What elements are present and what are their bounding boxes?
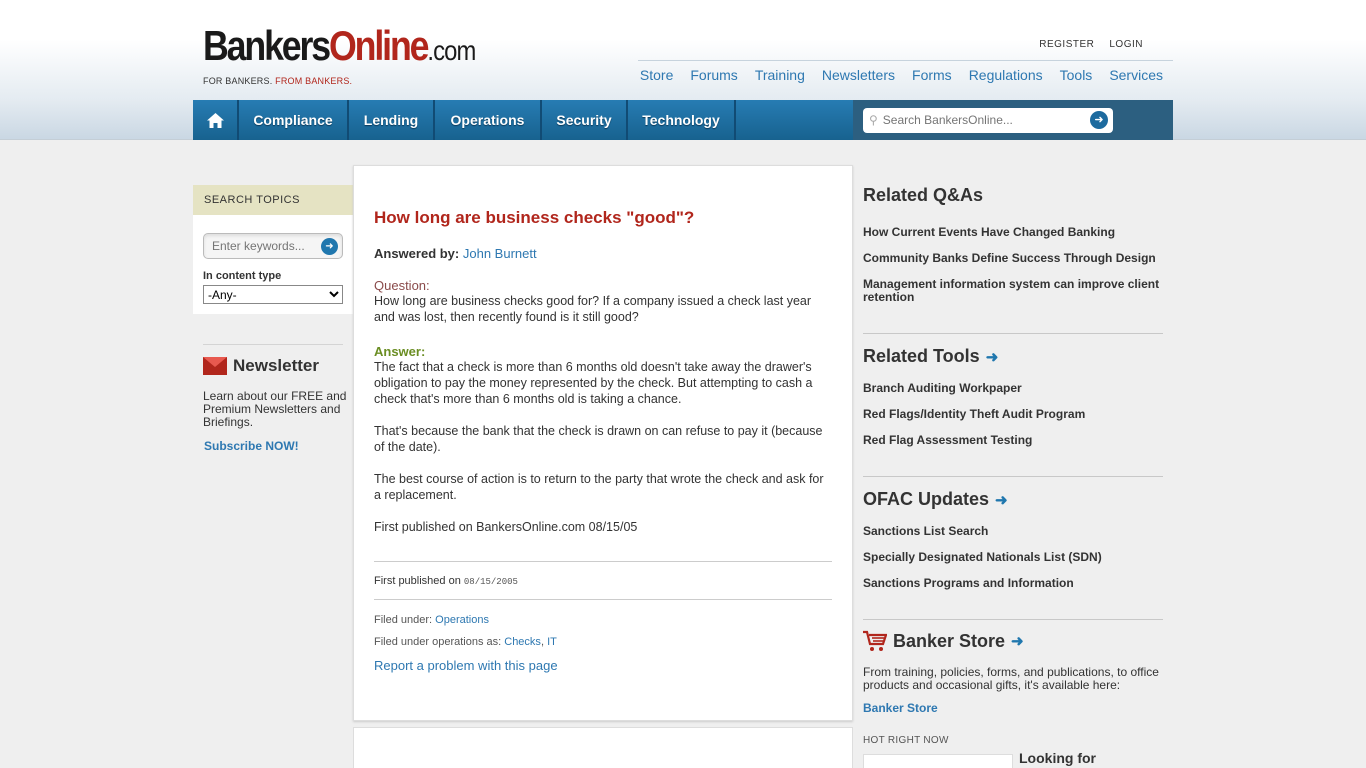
shopping-cart-icon <box>863 630 887 651</box>
nav-home[interactable] <box>193 100 239 140</box>
related-qa-item[interactable]: Community Banks Define Success Through D… <box>863 252 1163 265</box>
nav-technology[interactable]: Technology <box>628 100 736 140</box>
newsletter-panel: Newsletter Learn about our FREE and Prem… <box>203 356 353 453</box>
ofac-item[interactable]: Sanctions Programs and Information <box>863 577 1163 590</box>
site-search-submit-icon[interactable]: ➜ <box>1090 110 1108 129</box>
related-tool-item[interactable]: Red Flags/Identity Theft Audit Program <box>863 408 1163 421</box>
filed-under: Filed under: Operations <box>374 614 489 626</box>
publish-date: First published on 08/15/2005 <box>374 575 518 587</box>
util-nav-forms[interactable]: Forms <box>912 67 952 83</box>
account-links: REGISTER LOGIN <box>1039 39 1143 50</box>
newsletter-title: Newsletter <box>233 356 319 375</box>
util-nav-training[interactable]: Training <box>755 67 805 83</box>
keywords-box: ➜ <box>203 233 343 259</box>
filed-under-operations: Filed under operations as: Checks, IT <box>374 636 557 648</box>
hot-item-title: Looking for <box>1019 750 1096 766</box>
divider <box>203 344 343 345</box>
question-text: How long are business checks good for? I… <box>374 294 812 324</box>
search-topics-panel: SEARCH TOPICS ➜ In content type -Any- <box>193 185 353 314</box>
answered-by: Answered by: John Burnett <box>374 246 537 261</box>
util-nav-store[interactable]: Store <box>640 67 673 83</box>
content-type-select[interactable]: -Any- <box>203 285 343 304</box>
util-nav-forums[interactable]: Forums <box>690 67 737 83</box>
related-tools: Related Tools ➜ Branch Auditing Workpaper… <box>863 334 1163 477</box>
filed-operations-link[interactable]: Operations <box>435 614 489 626</box>
home-icon <box>206 112 224 128</box>
envelope-icon <box>203 357 227 375</box>
logo-wordmark: BankersOnline.com <box>203 22 476 69</box>
content-type-label: In content type <box>203 270 282 282</box>
site-search-input[interactable] <box>882 113 1073 127</box>
answer-paragraph: First published on BankersOnline.com 08/… <box>374 520 638 534</box>
search-topics-heading: SEARCH TOPICS <box>193 185 353 215</box>
related-qas: Related Q&As How Current Events Have Cha… <box>863 185 1163 334</box>
hot-item[interactable]: Looking for <box>863 750 1163 768</box>
arrow-right-icon: ➜ <box>1011 633 1024 650</box>
ofac-item[interactable]: Specially Designated Nationals List (SDN… <box>863 551 1163 564</box>
next-content-panel <box>353 727 853 768</box>
nav-spacer <box>736 100 853 140</box>
divider <box>374 561 832 562</box>
divider <box>374 599 832 600</box>
site-logo[interactable]: BankersOnline.com FOR BANKERS. FROM BANK… <box>203 22 476 87</box>
store-header[interactable]: Banker Store ➜ <box>863 630 1163 652</box>
keywords-input[interactable] <box>212 239 317 253</box>
report-problem-link[interactable]: Report a problem with this page <box>374 658 832 673</box>
search-icon: ⚲ <box>869 113 878 127</box>
nav-security[interactable]: Security <box>542 100 628 140</box>
nav-search-area: ⚲ ➜ <box>853 100 1173 140</box>
related-qa-item[interactable]: Management information system can improv… <box>863 278 1163 304</box>
util-nav-newsletters[interactable]: Newsletters <box>822 67 895 83</box>
related-tools-header[interactable]: Related Tools ➜ <box>863 346 1163 367</box>
answer-paragraph: That's because the bank that the check i… <box>374 424 823 454</box>
related-qa-item[interactable]: How Current Events Have Changed Banking <box>863 226 1163 239</box>
answer-paragraph: The best course of action is to return t… <box>374 472 824 502</box>
related-tool-item[interactable]: Red Flag Assessment Testing <box>863 434 1163 447</box>
logo-tagline: FOR BANKERS. FROM BANKERS. <box>203 76 353 86</box>
hot-right-now-label: HOT RIGHT NOW <box>863 735 949 746</box>
banker-store: Banker Store ➜ From training, policies, f… <box>863 620 1163 768</box>
newsletter-text: Learn about our FREE and Premium Newslet… <box>203 389 347 429</box>
article-title: How long are business checks "good"? <box>374 208 695 227</box>
register-link[interactable]: REGISTER <box>1039 39 1094 50</box>
filed-it-link[interactable]: IT <box>547 636 557 648</box>
arrow-right-icon: ➜ <box>985 348 999 366</box>
ofac-item[interactable]: Sanctions List Search <box>863 525 1163 538</box>
related-qas-title: Related Q&As <box>863 185 984 205</box>
subscribe-link[interactable]: Subscribe NOW! <box>204 439 353 453</box>
login-link[interactable]: LOGIN <box>1109 39 1143 50</box>
banker-store-link[interactable]: Banker Store <box>863 701 1163 715</box>
nav-operations[interactable]: Operations <box>435 100 542 140</box>
site-search-box: ⚲ ➜ <box>863 107 1113 133</box>
ofac-header[interactable]: OFAC Updates ➜ <box>863 489 1163 510</box>
answer-paragraph: The fact that a check is more than 6 mon… <box>374 360 813 406</box>
nav-compliance[interactable]: Compliance <box>239 100 349 140</box>
nav-lending[interactable]: Lending <box>349 100 435 140</box>
util-nav-tools[interactable]: Tools <box>1060 67 1093 83</box>
hot-item-image <box>863 754 1013 768</box>
main-nav: Compliance Lending Operations Security T… <box>193 100 1173 140</box>
keywords-submit-icon[interactable]: ➜ <box>321 238 338 255</box>
util-nav-services[interactable]: Services <box>1109 67 1163 83</box>
right-sidebar: Related Q&As How Current Events Have Cha… <box>863 185 1163 768</box>
related-tool-item[interactable]: Branch Auditing Workpaper <box>863 382 1163 395</box>
ofac-updates: OFAC Updates ➜ Sanctions List Search Spec… <box>863 477 1163 620</box>
arrow-right-icon: ➜ <box>995 491 1008 509</box>
article: How long are business checks "good"? Ans… <box>353 165 853 721</box>
question-label: Question: <box>374 278 430 293</box>
filed-checks-link[interactable]: Checks <box>504 636 541 648</box>
store-text: From training, policies, forms, and publ… <box>863 665 1159 692</box>
util-nav-regulations[interactable]: Regulations <box>969 67 1043 83</box>
utility-nav: Store Forums Training Newsletters Forms … <box>638 60 1173 83</box>
answer-label: Answer: <box>374 344 426 359</box>
author-link[interactable]: John Burnett <box>463 246 537 261</box>
